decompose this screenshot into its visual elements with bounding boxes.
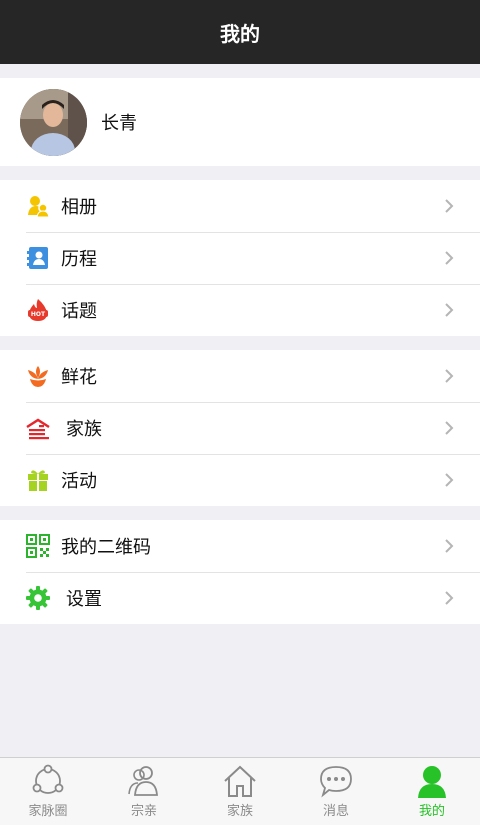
- chevron-right-icon: [445, 199, 454, 213]
- tab-family[interactable]: 家族: [192, 758, 288, 825]
- username: 长青: [101, 113, 137, 134]
- menu-item-label: 鲜花: [61, 367, 97, 388]
- menu-group-account: 我的二维码 设置: [0, 520, 480, 624]
- menu-item-label: 家族: [66, 419, 102, 440]
- menu-item-label: 话题: [61, 301, 97, 322]
- menu-item-family[interactable]: 家族: [0, 402, 480, 454]
- album-icon: [28, 196, 50, 218]
- chevron-right-icon: [445, 421, 454, 435]
- menu-item-label: 活动: [61, 471, 97, 492]
- tab-label: 宗亲: [130, 804, 157, 819]
- menu-item-album[interactable]: 相册: [0, 180, 480, 232]
- tab-clan[interactable]: 宗亲: [96, 758, 192, 825]
- person-icon: [418, 766, 446, 798]
- svg-text:HOT: HOT: [31, 311, 46, 318]
- profile-card[interactable]: 长青: [0, 78, 480, 166]
- family-icon: [26, 418, 50, 440]
- navigation-bar: 我的: [0, 0, 480, 64]
- message-icon: [320, 766, 352, 798]
- share-network-icon: [32, 764, 64, 794]
- menu-group-media: 相册 历程 HOT 话题: [0, 180, 480, 336]
- flower-icon: [28, 366, 48, 387]
- gear-icon: [26, 586, 50, 610]
- chevron-right-icon: [445, 539, 454, 553]
- tab-circle[interactable]: 家脉圈: [0, 758, 96, 825]
- menu-item-label: 历程: [61, 249, 97, 270]
- menu-item-history[interactable]: 历程: [0, 232, 480, 284]
- gift-icon: [28, 470, 48, 491]
- tab-messages[interactable]: 消息: [288, 758, 384, 825]
- menu-item-label: 相册: [61, 197, 97, 218]
- chevron-right-icon: [445, 473, 454, 487]
- tab-label: 消息: [322, 804, 349, 819]
- page-title: 我的: [220, 21, 260, 46]
- tab-label: 家脉圈: [28, 804, 68, 819]
- chevron-right-icon: [445, 591, 454, 605]
- tab-label: 我的: [418, 804, 445, 819]
- menu-item-activity[interactable]: 活动: [0, 454, 480, 506]
- tab-label: 家族: [226, 804, 253, 819]
- chevron-right-icon: [445, 251, 454, 265]
- menu-item-topic[interactable]: HOT 话题: [0, 284, 480, 336]
- hot-topic-icon: HOT: [28, 299, 48, 321]
- tab-bar: 家脉圈 宗亲 家族 消息 我的: [0, 757, 480, 825]
- menu-item-flower[interactable]: 鲜花: [0, 350, 480, 402]
- history-icon: [27, 247, 48, 269]
- menu-item-qr-code[interactable]: 我的二维码: [0, 520, 480, 572]
- menu-item-settings[interactable]: 设置: [0, 572, 480, 624]
- chevron-right-icon: [445, 303, 454, 317]
- menu-item-label: 设置: [66, 589, 102, 610]
- avatar[interactable]: [20, 88, 87, 156]
- qr-code-icon: [26, 534, 50, 558]
- contacts-icon: [128, 766, 158, 796]
- tab-me[interactable]: 我的: [384, 758, 480, 825]
- home-icon: [224, 765, 256, 797]
- menu-group-family: 鲜花 家族 活动: [0, 350, 480, 506]
- chevron-right-icon: [445, 369, 454, 383]
- menu-item-label: 我的二维码: [61, 537, 151, 558]
